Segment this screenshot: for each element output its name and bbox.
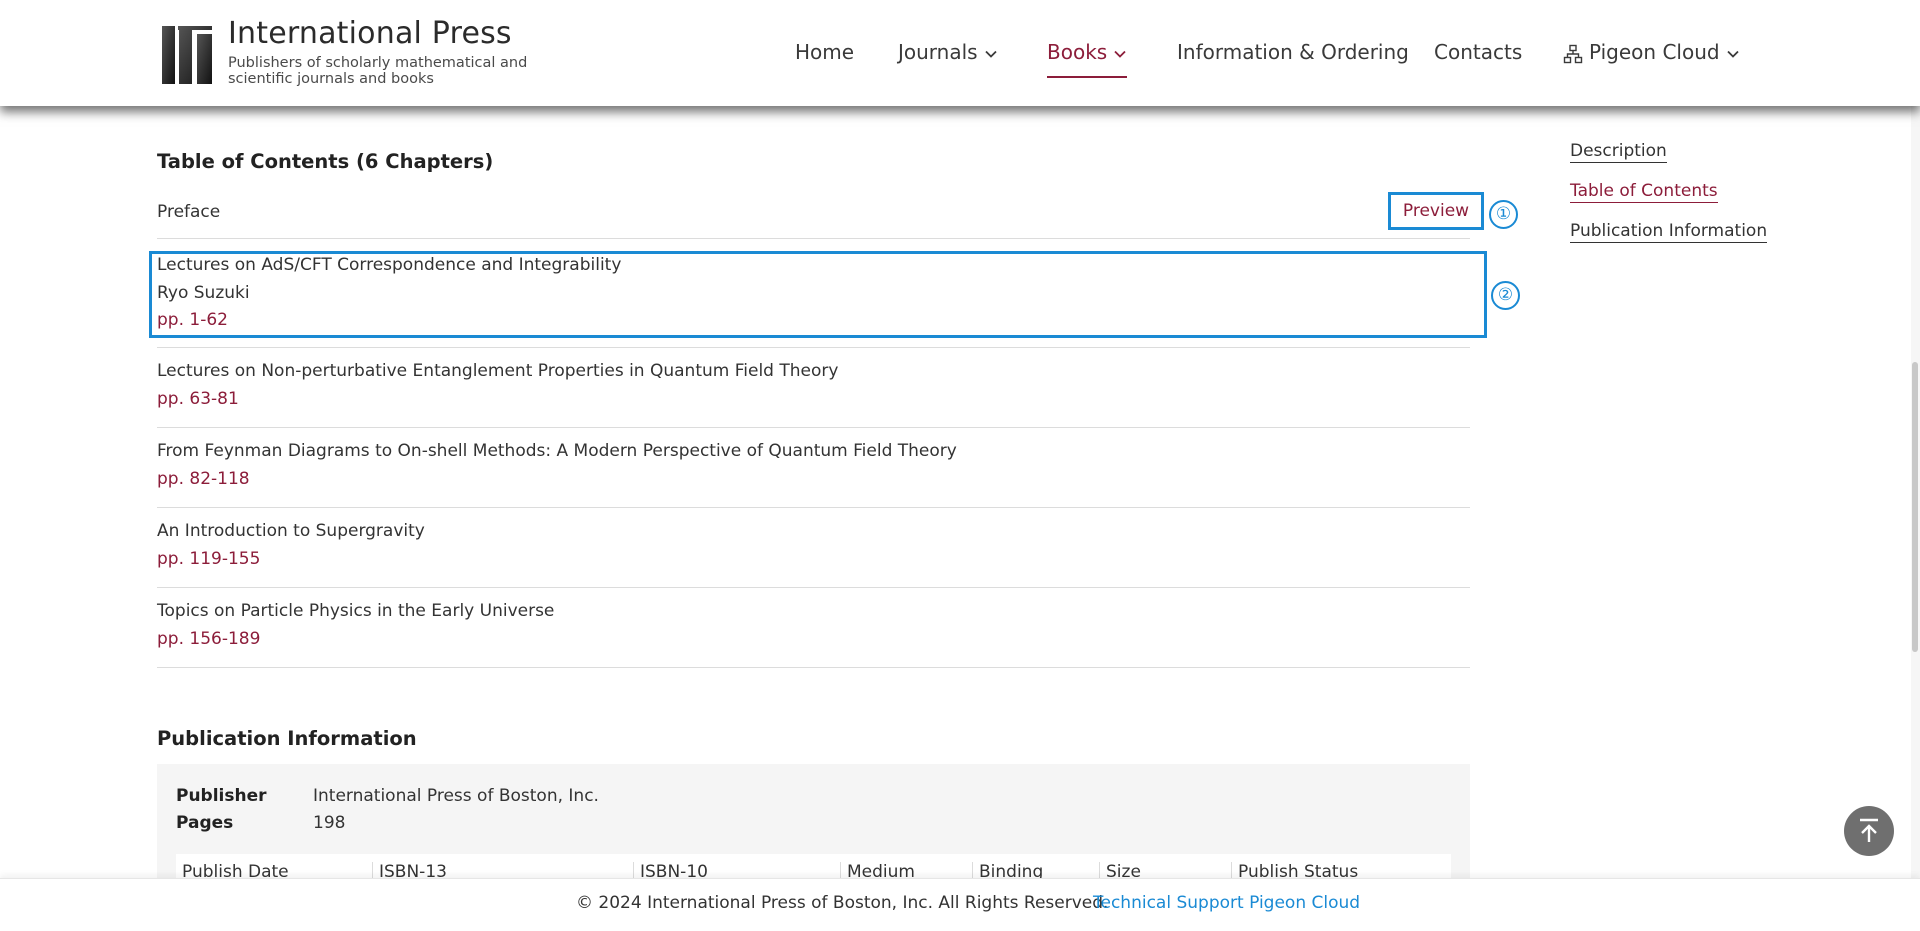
pages-value: 198 xyxy=(313,813,346,833)
nav-journals-label: Journals xyxy=(898,40,978,64)
nav-contacts[interactable]: Contacts xyxy=(1434,40,1522,64)
chevron-down-icon xyxy=(984,50,997,58)
nav-pigeon-cloud-label: Pigeon Cloud xyxy=(1589,40,1720,64)
annotation-marker-2: ② xyxy=(1491,281,1520,310)
toc-chapter-row[interactable]: Topics on Particle Physics in the Early … xyxy=(157,587,1470,668)
nav-books-label: Books xyxy=(1047,40,1108,64)
chapter-title[interactable]: From Feynman Diagrams to On-shell Method… xyxy=(157,441,957,461)
toc-preface-row: Preface xyxy=(157,188,1470,239)
site-footer: © 2024 International Press of Boston, In… xyxy=(0,878,1920,931)
annotation-highlight-box xyxy=(149,251,1487,338)
publisher-label: Publisher xyxy=(176,786,267,806)
annotation-marker-1: ① xyxy=(1489,200,1518,229)
toc-chapter-row[interactable]: An Introduction to Supergravity pp. 119-… xyxy=(157,507,1470,588)
arrow-up-to-line-icon xyxy=(1860,818,1878,842)
brand-name[interactable]: International Press xyxy=(228,16,512,51)
nav-home-label: Home xyxy=(795,40,855,64)
nav-home[interactable]: Home xyxy=(795,40,854,64)
chevron-down-icon xyxy=(1114,50,1126,58)
toc-chapter-row[interactable]: Lectures on Non-perturbative Entanglemen… xyxy=(157,347,1470,428)
site-header: International Press Publishers of schola… xyxy=(0,0,1920,106)
nav-pigeon-cloud[interactable]: Pigeon Cloud xyxy=(1563,40,1740,64)
sidebar-link-publication-information[interactable]: Publication Information xyxy=(1570,221,1768,243)
chapter-title[interactable]: Lectures on Non-perturbative Entanglemen… xyxy=(157,361,838,381)
publication-heading: Publication Information xyxy=(157,727,417,750)
chapter-title[interactable]: Topics on Particle Physics in the Early … xyxy=(157,601,554,621)
nav-information-ordering[interactable]: Information & Ordering xyxy=(1177,40,1409,64)
preview-button[interactable]: Preview xyxy=(1388,192,1484,230)
brand-tagline: Publishers of scholarly mathematical and… xyxy=(228,55,528,87)
chevron-down-icon xyxy=(1726,50,1739,58)
nav-contacts-label: Contacts xyxy=(1434,40,1523,64)
nav-journals[interactable]: Journals xyxy=(898,40,998,64)
nav-info-label: Information & Ordering xyxy=(1177,40,1409,64)
toc-chapter-row[interactable]: From Feynman Diagrams to On-shell Method… xyxy=(157,427,1470,508)
preface-label: Preface xyxy=(157,202,221,222)
chapter-pages: pp. 119-155 xyxy=(157,549,261,569)
scroll-to-top-button[interactable] xyxy=(1844,806,1894,856)
sidebar-link-table-of-contents[interactable]: Table of Contents xyxy=(1570,181,1718,203)
toc-heading: Table of Contents (6 Chapters) xyxy=(157,150,494,173)
chapter-pages: pp. 63-81 xyxy=(157,389,239,409)
scrollbar-thumb[interactable] xyxy=(1912,362,1918,652)
chapter-title[interactable]: An Introduction to Supergravity xyxy=(157,521,425,541)
sitemap-icon xyxy=(1563,44,1583,63)
publisher-value: International Press of Boston, Inc. xyxy=(313,786,599,806)
logo-icon[interactable] xyxy=(160,24,216,86)
sidebar-link-description[interactable]: Description xyxy=(1570,141,1667,163)
chapter-pages: pp. 82-118 xyxy=(157,469,250,489)
technical-support-link[interactable]: Technical Support Pigeon Cloud xyxy=(1093,893,1360,913)
copyright-text: © 2024 International Press of Boston, In… xyxy=(576,893,1109,913)
chapter-pages: pp. 156-189 xyxy=(157,629,261,649)
nav-books[interactable]: Books xyxy=(1047,40,1128,78)
pages-label: Pages xyxy=(176,813,234,833)
